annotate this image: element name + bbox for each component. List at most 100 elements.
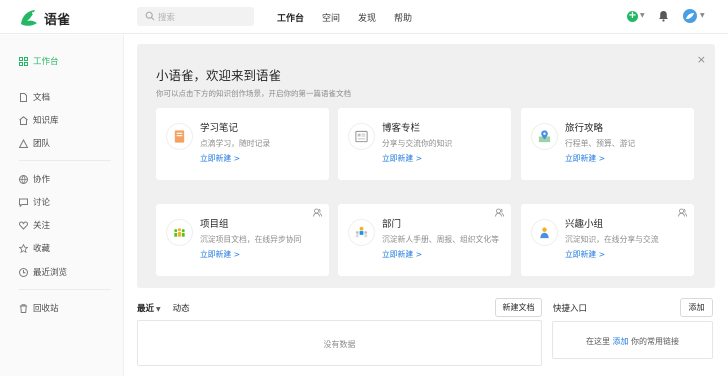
card-interest-group[interactable]: 兴趣小组 沉淀知识，在线分享与交流 立即新建 > <box>521 204 694 276</box>
quick-msg-pre: 在这里 <box>585 337 610 346</box>
new-doc-button[interactable]: 新建文档 <box>495 298 542 317</box>
map-pin-icon <box>531 123 558 150</box>
plus-icon[interactable]: + <box>627 11 638 22</box>
search-placeholder: 搜索 <box>158 13 176 23</box>
chat-icon <box>19 198 28 207</box>
card-desc: 点滴学习，随时记录 <box>200 139 271 148</box>
people-icon <box>313 208 322 217</box>
sidebar-item-label: 最近浏览 <box>33 268 68 278</box>
recent-tabs: 最近 ▼ 动态 <box>137 302 202 314</box>
sidebar-item-discuss[interactable]: 讨论 <box>19 195 50 209</box>
sidebar-item-label: 关注 <box>33 221 51 231</box>
card-create-link[interactable]: 立即新建 > <box>382 249 422 260</box>
card-desc: 沉淀项目文档，在线异步协同 <box>200 235 302 244</box>
card-desc: 分享与交流你的知识 <box>382 139 453 148</box>
globe-icon <box>19 174 28 184</box>
recent-list: 没有数据 <box>137 320 542 366</box>
sidebar-divider <box>19 289 111 290</box>
people-icon <box>678 208 687 217</box>
quick-links-box: 在这里 添加 你的常用链接 <box>552 321 713 359</box>
sidebar-item-label: 收藏 <box>33 244 51 254</box>
blog-icon <box>348 123 375 150</box>
sidebar-item-follow[interactable]: 关注 <box>19 218 50 232</box>
caret-down-icon[interactable]: ▼ <box>640 12 645 19</box>
trash-icon <box>19 303 28 313</box>
nav-space[interactable]: 空间 <box>322 11 340 24</box>
card-create-link[interactable]: 立即新建 > <box>382 153 422 164</box>
brand-name[interactable]: 语雀 <box>44 9 70 28</box>
interest-group-icon <box>531 219 558 246</box>
nav-workbench[interactable]: 工作台 <box>277 11 304 24</box>
quick-msg-post: 你的常用链接 <box>631 337 680 346</box>
quick-links-message: 在这里 添加 你的常用链接 <box>553 336 712 347</box>
knowledge-icon <box>19 115 28 125</box>
top-nav: 工作台 空间 发现 帮助 <box>277 11 430 24</box>
card-department[interactable]: 部门 沉淀新人手册、周报、组织文化等 立即新建 > <box>338 204 511 276</box>
card-project-group[interactable]: 项目组 沉淀项目文档，在线异步协同 立即新建 > <box>156 204 329 276</box>
search-input[interactable]: 搜索 <box>137 7 254 26</box>
sidebar-divider <box>19 160 111 161</box>
quick-links-title: 快捷入口 <box>553 304 588 314</box>
people-icon <box>495 208 504 217</box>
nav-help[interactable]: 帮助 <box>394 11 412 24</box>
notebook-icon <box>166 123 193 150</box>
sidebar-item-recent[interactable]: 最近浏览 <box>19 265 67 279</box>
welcome-subtitle: 你可以点击下方的知识创作场景，开启你的第一篇语雀文档 <box>156 89 351 98</box>
sidebar-item-team[interactable]: 团队 <box>19 136 50 150</box>
card-travel[interactable]: 旅行攻略 行程单、预算、游记 立即新建 > <box>521 108 694 180</box>
sidebar-item-label: 文档 <box>33 93 51 103</box>
caret-down-icon: ▼ <box>156 306 161 313</box>
sidebar-item-workbench[interactable]: 工作台 <box>19 54 59 68</box>
card-title: 博客专栏 <box>382 123 421 134</box>
sidebar-item-label: 协作 <box>33 175 51 185</box>
star-icon <box>19 243 28 253</box>
avatar-caret-icon[interactable]: ▼ <box>700 12 705 19</box>
clock-icon <box>19 267 28 277</box>
project-team-icon <box>166 219 193 246</box>
tab-recent-label: 最近 <box>137 304 155 314</box>
sidebar-item-label: 回收站 <box>33 304 59 314</box>
card-create-link[interactable]: 立即新建 > <box>565 249 605 260</box>
card-create-link[interactable]: 立即新建 > <box>200 249 240 260</box>
card-title: 项目组 <box>200 219 229 230</box>
card-desc: 沉淀知识，在线分享与交流 <box>565 235 659 244</box>
yuque-logo-icon[interactable] <box>18 6 40 28</box>
card-create-link[interactable]: 立即新建 > <box>565 153 605 164</box>
welcome-title: 小语雀，欢迎来到语雀 <box>156 68 282 83</box>
heart-icon <box>19 220 28 230</box>
card-title: 学习笔记 <box>200 123 239 134</box>
card-title: 部门 <box>382 219 402 230</box>
document-icon <box>19 92 28 102</box>
quick-add-button[interactable]: 添加 <box>680 298 713 317</box>
card-desc: 沉淀新人手册、周报、组织文化等 <box>382 235 499 244</box>
sidebar-item-label: 讨论 <box>33 198 51 208</box>
top-bar: 语雀 搜索 工作台 空间 发现 帮助 + ▼ ▼ <box>0 0 728 34</box>
avatar[interactable] <box>683 9 697 23</box>
sidebar-item-knowledge[interactable]: 知识库 <box>19 113 59 127</box>
avatar-bird-icon <box>686 13 694 19</box>
sidebar-item-label: 团队 <box>33 139 51 149</box>
search-icon <box>145 11 155 21</box>
bell-icon[interactable] <box>658 10 669 22</box>
tab-recent[interactable]: 最近 ▼ <box>137 302 161 314</box>
department-icon <box>348 219 375 246</box>
sidebar-item-collab[interactable]: 协作 <box>19 172 50 186</box>
sidebar-item-trash[interactable]: 回收站 <box>19 301 59 315</box>
welcome-panel: × 小语雀，欢迎来到语雀 你可以点击下方的知识创作场景，开启你的第一篇语雀文档 … <box>137 44 715 288</box>
card-study-notes[interactable]: 学习笔记 点滴学习，随时记录 立即新建 > <box>156 108 329 180</box>
sidebar-item-label: 工作台 <box>33 57 59 67</box>
empty-message: 没有数据 <box>323 340 356 349</box>
sidebar-item-favorites[interactable]: 收藏 <box>19 241 50 255</box>
team-icon <box>19 138 28 148</box>
sidebar-item-docs[interactable]: 文档 <box>19 90 50 104</box>
card-create-link[interactable]: 立即新建 > <box>200 153 240 164</box>
close-icon[interactable]: × <box>697 53 706 66</box>
quick-add-link[interactable]: 添加 <box>613 337 629 346</box>
sidebar-item-label: 知识库 <box>33 116 59 126</box>
nav-discover[interactable]: 发现 <box>358 11 376 24</box>
tab-activity[interactable]: 动态 <box>173 302 190 314</box>
card-blog[interactable]: 博客专栏 分享与交流你的知识 立即新建 > <box>338 108 511 180</box>
card-desc: 行程单、预算、游记 <box>565 139 636 148</box>
grid-icon <box>19 56 28 66</box>
card-title: 兴趣小组 <box>565 219 604 230</box>
